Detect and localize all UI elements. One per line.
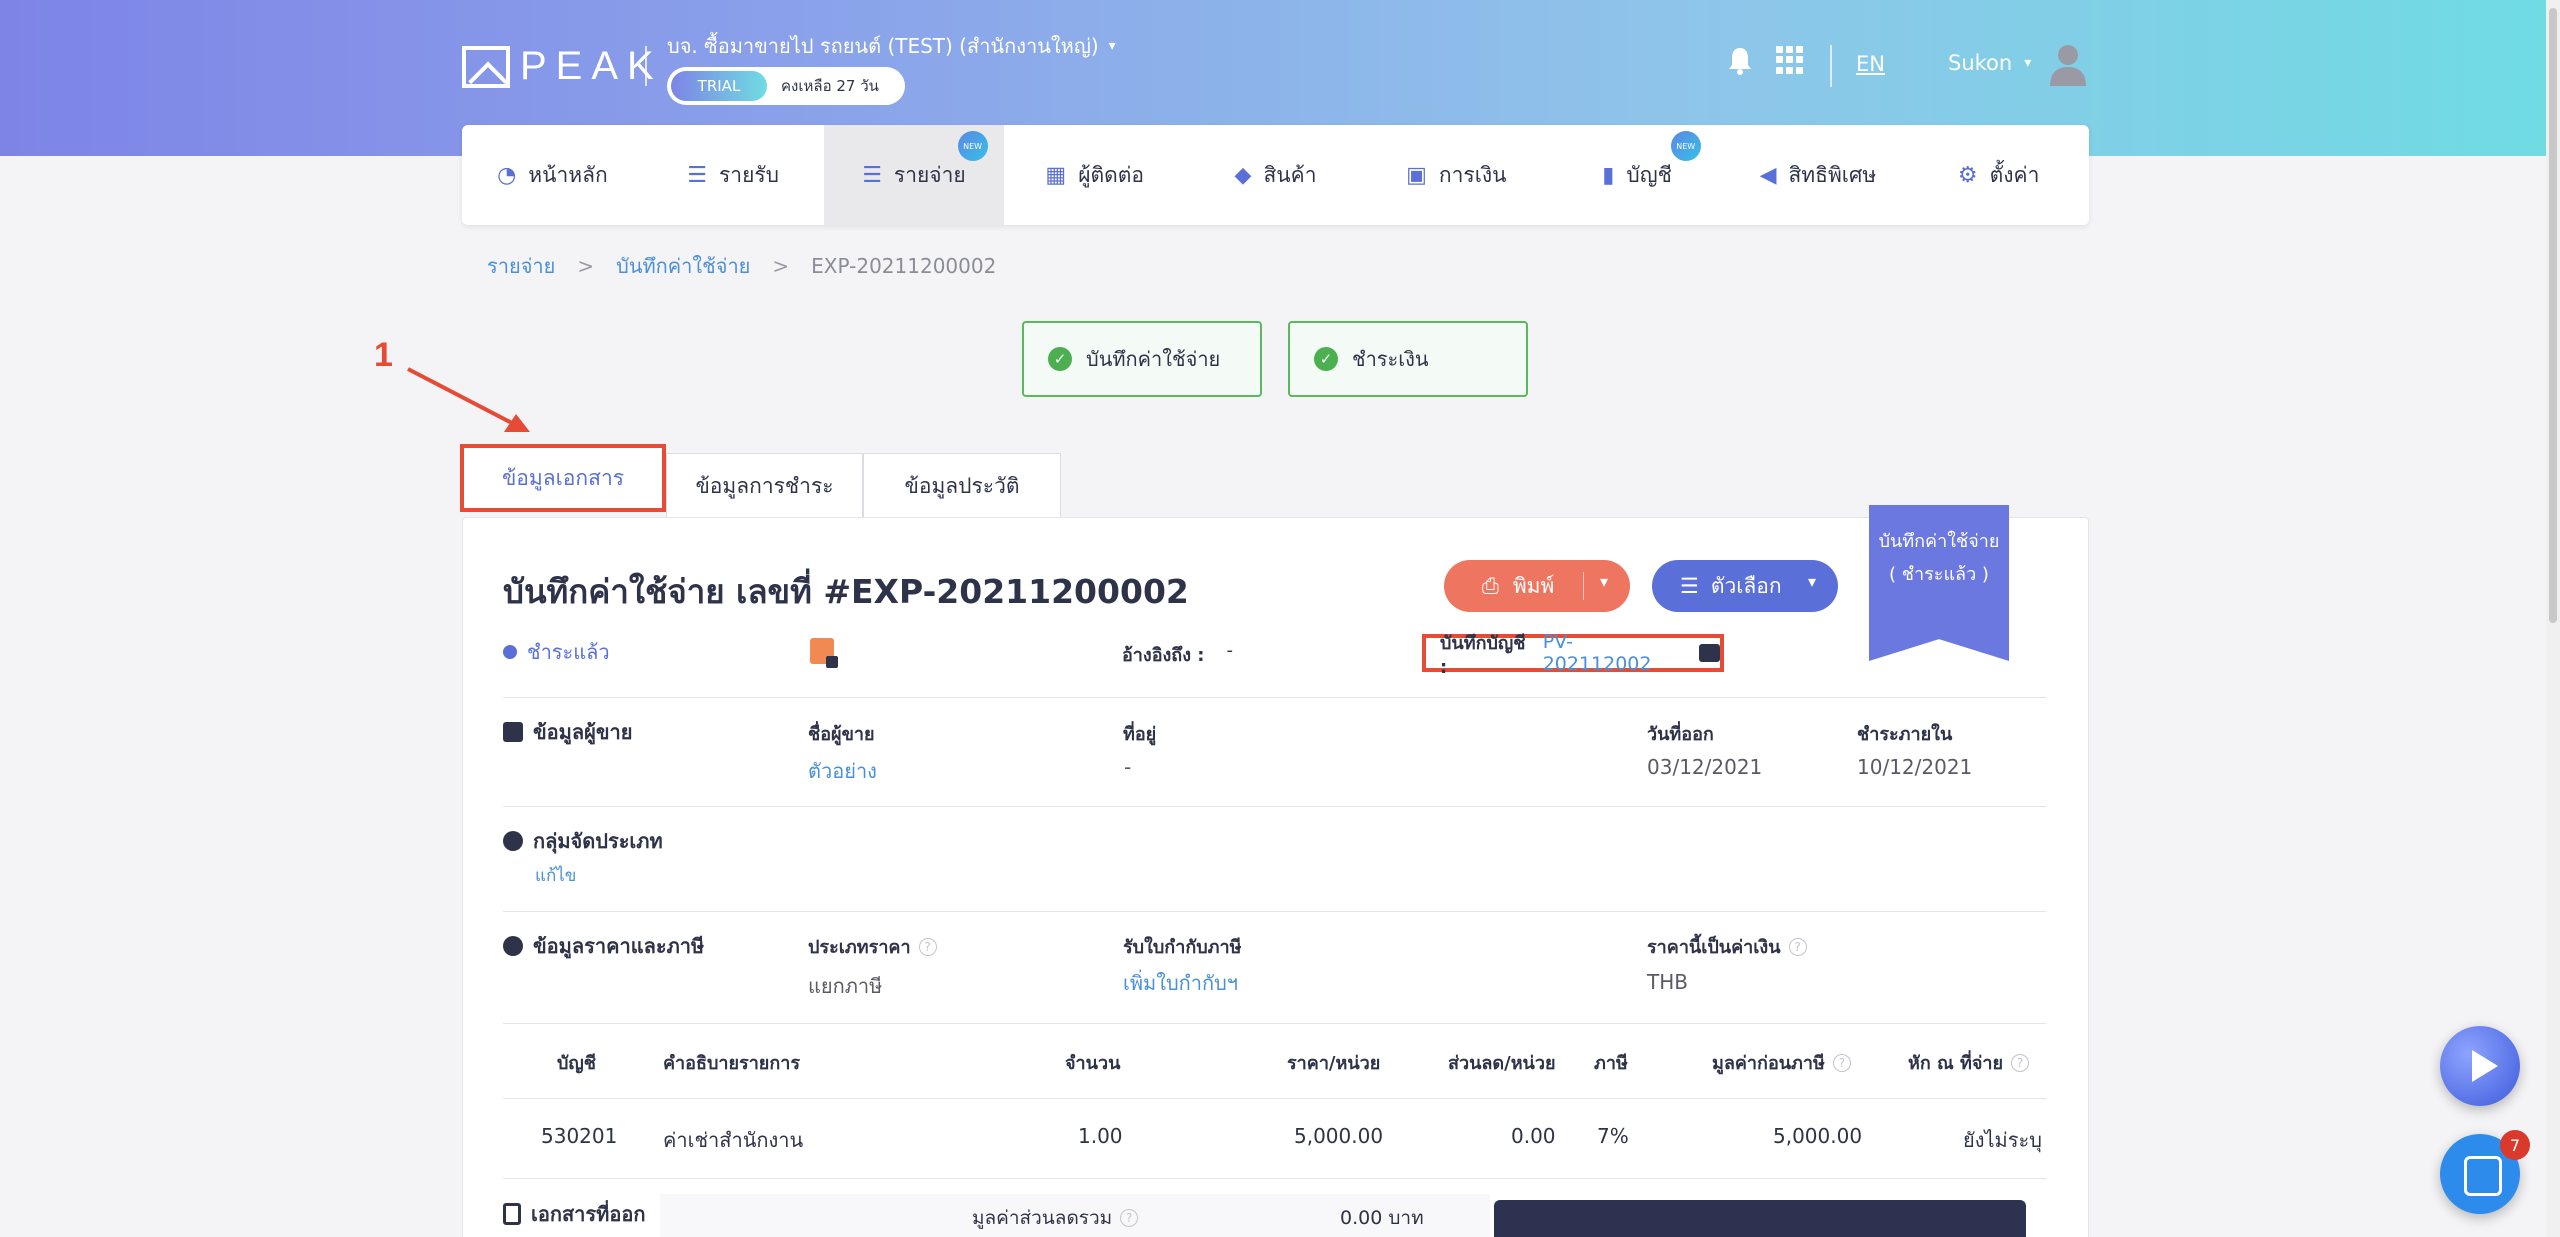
button-divider [1583, 572, 1584, 600]
address-label: ที่อยู่ [1123, 724, 1157, 745]
cell-unit-price: 5,000.00 [1294, 1124, 1384, 1148]
currency-label: ราคานี้เป็นค่าเงิน ? [1647, 932, 1807, 961]
vendor-name-link[interactable]: ตัวอย่าง [808, 755, 877, 787]
cell-quantity: 1.00 [1078, 1124, 1123, 1148]
status-dot-icon [503, 645, 517, 659]
help-icon[interactable]: ? [1788, 937, 1807, 956]
issued-docs-title: เอกสารที่ออก [503, 1198, 645, 1230]
vendor-name-label: ชื่อผู้ขาย [808, 724, 875, 745]
ribbon-status: ( ชำระแล้ว ) [1889, 564, 1989, 585]
options-label: ตัวเลือก [1710, 573, 1782, 598]
grand-total-panel [1494, 1200, 2026, 1237]
locked-file-icon[interactable] [810, 638, 838, 668]
col-discount: ส่วนลด/หน่วย [1448, 1053, 1556, 1074]
divider [503, 697, 2046, 698]
chevron-down-icon: ▾ [1807, 572, 1816, 591]
print-label: พิมพ์ [1512, 573, 1555, 598]
price-type-label-text: ประเภทราคา [808, 937, 911, 958]
address-value: - [1124, 755, 1132, 779]
percent-icon [503, 936, 523, 956]
journal-link[interactable]: PV-202112002 [1543, 631, 1679, 675]
section-title-text: เอกสารที่ออก [531, 1202, 646, 1226]
options-button[interactable]: ☰ ตัวเลือก ▾ [1652, 560, 1838, 612]
help-icon[interactable]: ? [1832, 1053, 1851, 1072]
section-title-text: กลุ่มจัดประเภท [533, 829, 663, 853]
currency-label-text: ราคานี้เป็นค่าเงิน [1647, 937, 1781, 958]
tab-label: ข้อมูลประวัติ [904, 473, 1020, 498]
printer-icon[interactable] [1698, 644, 1720, 662]
chat-notification-badge: 7 [2500, 1130, 2530, 1160]
cell-pre-tax: 5,000.00 [1773, 1124, 1863, 1148]
col-account: บัญชี [557, 1053, 596, 1074]
status-ribbon: บันทึกค่าใช้จ่าย ( ชำระแล้ว ) [1869, 505, 2009, 661]
journal-label: บันทึกบัญชี : [1440, 633, 1526, 678]
pricing-section-title: ข้อมูลราคาและภาษี [503, 930, 704, 962]
tab-label: ข้อมูลเอกสาร [501, 465, 625, 490]
total-discount-value: 0.00 บาท [1340, 1207, 1424, 1229]
divider [503, 911, 2046, 912]
table-bottom-border [503, 1178, 2046, 1179]
total-discount-label-text: มูลค่าส่วนลดรวม [972, 1207, 1113, 1229]
price-type-label: ประเภทราคา ? [808, 932, 937, 961]
col-pre-tax: มูลค่าก่อนภาษี ? [1712, 1048, 1851, 1077]
col-withholding-text: หัก ณ ที่จ่าย [1908, 1053, 2004, 1074]
journal-entry-highlight: บันทึกบัญชี : PV-202112002 [1422, 631, 1724, 678]
col-pre-tax-text: มูลค่าก่อนภาษี [1712, 1053, 1825, 1074]
help-icon[interactable]: ? [2011, 1053, 2030, 1072]
issue-date-label: วันที่ออก [1647, 724, 1714, 745]
play-tutorial-button[interactable] [2440, 1026, 2520, 1106]
price-type-value: แยกภาษี [808, 974, 883, 998]
issue-date-value: 03/12/2021 [1647, 755, 1763, 779]
tab-label: ข้อมูลการชำระ [695, 473, 834, 498]
table-header-border [503, 1098, 2046, 1099]
col-description: คำอธิบายรายการ [663, 1053, 801, 1074]
due-date-label: ชำระภายใน [1857, 724, 1953, 745]
cell-withholding: ยังไม่ระบุ [1963, 1128, 2042, 1152]
help-icon[interactable]: ? [1120, 1209, 1139, 1227]
due-date-value: 10/12/2021 [1857, 755, 1973, 779]
total-discount-label: มูลค่าส่วนลดรวม ? [972, 1203, 1139, 1233]
table-top-border [503, 1023, 2046, 1024]
reference-value: - [1226, 640, 1233, 661]
col-vat: ภาษี [1594, 1053, 1628, 1074]
reference-label: อ้างอิงถึง : [1122, 645, 1205, 666]
col-withholding: หัก ณ ที่จ่าย ? [1908, 1048, 2030, 1077]
section-title-text: ข้อมูลผู้ขาย [533, 720, 633, 744]
col-unit-price: ราคา/หน่วย [1287, 1053, 1381, 1074]
tab-history-info[interactable]: ข้อมูลประวัติ [863, 453, 1061, 518]
col-quantity: จำนวน [1065, 1053, 1121, 1074]
cell-vat: 7% [1597, 1124, 1629, 1148]
tax-invoice-label: รับใบกำกับภาษี [1123, 937, 1242, 958]
chevron-down-icon[interactable]: ▾ [1600, 572, 1608, 591]
clipboard-icon [503, 1203, 521, 1225]
vendor-section-title: ข้อมูลผู้ขาย [503, 716, 632, 748]
section-title-text: ข้อมูลราคาและภาษี [533, 934, 705, 958]
edit-classification-link[interactable]: แก้ไข [535, 862, 576, 889]
currency-value: THB [1647, 970, 1688, 994]
cell-description: ค่าเช่าสำนักงาน [663, 1128, 804, 1152]
tab-document-info[interactable]: ข้อมูลเอกสาร [460, 444, 666, 512]
ribbon-title: บันทึกค่าใช้จ่าย [1878, 531, 2000, 552]
tab-payment-info[interactable]: ข้อมูลการชำระ [666, 453, 863, 518]
reference: อ้างอิงถึง : - [1122, 640, 1233, 669]
menu-icon: ☰ [1680, 574, 1699, 598]
print-button[interactable]: ⎙ พิมพ์ ▾ [1444, 560, 1630, 612]
document-title: บันทึกค่าใช้จ่าย เลขที่ #EXP-20211200002 [503, 572, 1189, 611]
help-icon[interactable]: ? [918, 937, 937, 956]
printer-icon: ⎙ [1482, 573, 1499, 598]
cell-account: 530201 [541, 1124, 618, 1148]
pie-chart-icon [503, 831, 523, 851]
status-text: ชำระแล้ว [527, 640, 610, 664]
add-tax-invoice-link[interactable]: เพิ่มใบกำกับฯ [1123, 967, 1238, 999]
building-icon [503, 722, 523, 742]
payment-status: ชำระแล้ว [503, 636, 610, 668]
classification-section-title: กลุ่มจัดประเภท [503, 825, 663, 857]
cell-discount: 0.00 [1511, 1124, 1556, 1148]
divider [503, 806, 2046, 807]
